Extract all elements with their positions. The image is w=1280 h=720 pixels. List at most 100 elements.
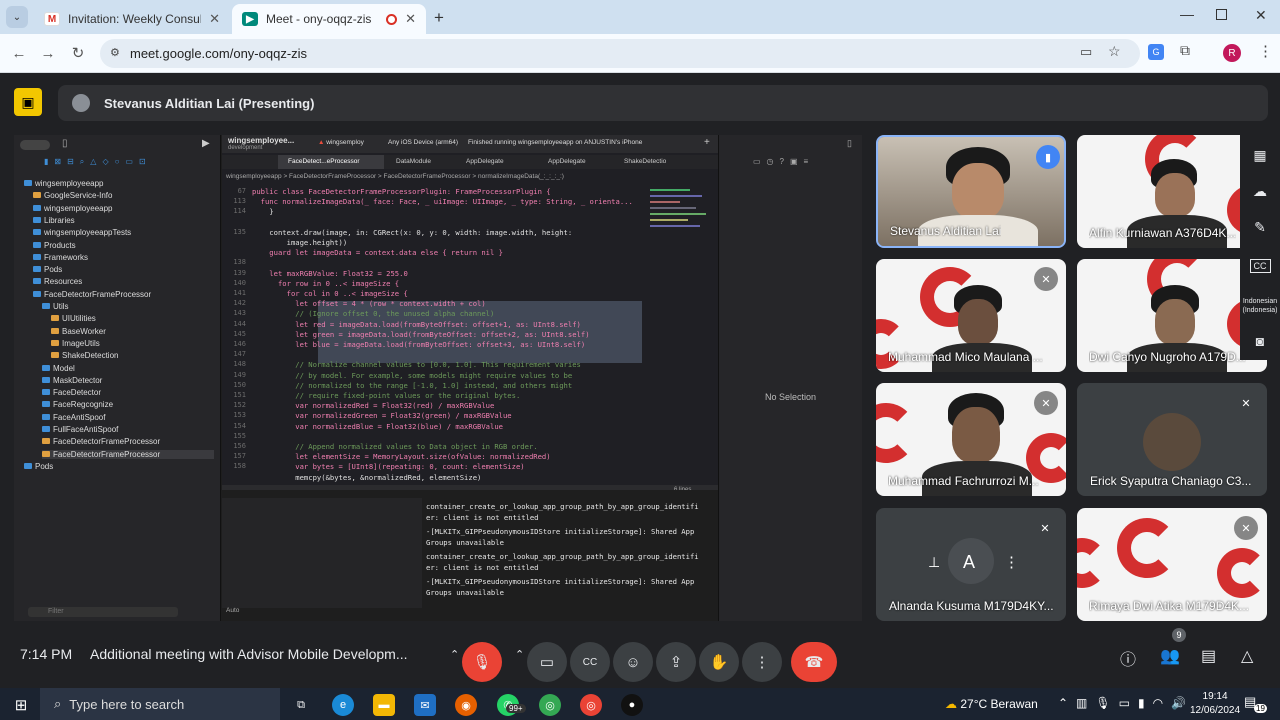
list-item[interactable]: Utils bbox=[42, 302, 69, 311]
firefox-icon[interactable]: ◉ bbox=[455, 694, 477, 716]
list-item[interactable]: Model bbox=[42, 364, 75, 373]
inspector-tool-icons[interactable]: ▭◷?▣≡ bbox=[753, 157, 814, 166]
debug-console[interactable]: container_create_or_lookup_app_group_pat… bbox=[222, 490, 718, 621]
camera-button[interactable]: ▭ bbox=[527, 642, 567, 682]
activities-icon[interactable]: △ bbox=[1241, 646, 1253, 666]
list-item[interactable]: FullFaceAntiSpoof bbox=[42, 425, 118, 434]
task-view-icon[interactable]: ⧉ bbox=[290, 694, 312, 716]
device-selector[interactable]: Any iOS Device (arm64) bbox=[388, 139, 458, 146]
list-item[interactable]: FaceAntiSpoof bbox=[42, 413, 105, 422]
participant-tile[interactable]: Alfin Kurniawan A376D4K... bbox=[1077, 135, 1267, 248]
list-item[interactable]: FaceDetectorFrameProcessor bbox=[42, 437, 160, 446]
list-item[interactable]: MaskDetector bbox=[42, 376, 102, 385]
tab-shakedetection[interactable]: ShakeDetectio bbox=[624, 158, 666, 165]
list-item[interactable]: Resources bbox=[33, 277, 82, 286]
file-explorer-icon[interactable]: ▬ bbox=[373, 694, 395, 716]
close-icon[interactable]: ✕ bbox=[209, 11, 220, 27]
back-icon[interactable]: ← bbox=[8, 42, 30, 64]
captions-icon[interactable]: CC bbox=[1240, 259, 1280, 273]
minimize-icon[interactable]: — bbox=[1180, 6, 1194, 22]
mic-off-button[interactable]: 🎙 bbox=[462, 642, 502, 682]
translate-icon[interactable]: G bbox=[1148, 44, 1164, 60]
video-options-icon[interactable]: ⌃ bbox=[515, 648, 524, 661]
list-item[interactable]: ImageUtils bbox=[51, 339, 100, 348]
mail-icon[interactable]: ✉ bbox=[414, 694, 436, 716]
site-info-icon[interactable]: ⚙ bbox=[110, 46, 120, 59]
code-editor[interactable]: wingsemployee... development ▲ wingsempl… bbox=[222, 135, 718, 485]
camera-icon[interactable]: ▭ bbox=[1080, 44, 1092, 60]
list-item[interactable]: GoogleService-Info bbox=[33, 191, 112, 200]
list-item[interactable]: FaceDetector bbox=[42, 388, 101, 397]
taskbar-clock[interactable]: 19:14 12/06/2024 bbox=[1190, 690, 1240, 718]
participant-tile[interactable]: ✕ Muhammad Fachrurrozi M... bbox=[876, 383, 1066, 496]
run-icon[interactable]: ▶ bbox=[202, 138, 210, 149]
screenshot-icon[interactable]: ◙ bbox=[1240, 333, 1280, 349]
effects-icon[interactable]: ☁ bbox=[1240, 183, 1280, 200]
participant-tile[interactable]: ✕ Muhammad Mico Maulana ... bbox=[876, 259, 1066, 372]
tab-search-button[interactable]: ⌄ bbox=[6, 6, 28, 28]
navigator-tool-icons[interactable]: ▮⊠⊟⌕△◇○▭⊡ bbox=[44, 157, 152, 167]
browser-tab-gmail[interactable]: M Invitation: Weekly Consultation ✕ bbox=[34, 4, 230, 34]
participant-tile[interactable]: ▮ Stevanus Alditian Lai bbox=[876, 135, 1066, 248]
list-item[interactable]: FaceDetectorFrameProcessor bbox=[42, 449, 214, 459]
edge-icon[interactable]: e bbox=[332, 694, 354, 716]
filter-field[interactable]: Filter bbox=[28, 607, 178, 617]
participant-tile[interactable]: Dwi Cahyo Nugroho A179D... bbox=[1077, 259, 1267, 372]
maximize-icon[interactable] bbox=[1216, 9, 1227, 20]
chrome-icon[interactable]: ◎ bbox=[539, 694, 561, 716]
chrome-profile-icon[interactable]: ◎ bbox=[580, 694, 602, 716]
grid-icon[interactable]: ▦ bbox=[1240, 147, 1280, 164]
participant-tile[interactable]: ✕ Erick Syaputra Chaniago C3... bbox=[1077, 383, 1267, 496]
tab-appdelegate[interactable]: AppDelegate bbox=[466, 158, 504, 165]
extensions-icon[interactable]: ⧉ bbox=[1180, 42, 1190, 59]
profile-avatar[interactable]: R bbox=[1223, 44, 1241, 62]
sidebar-toggle-icon[interactable]: ▯ bbox=[62, 138, 68, 149]
pen-icon[interactable]: ✎ bbox=[1240, 219, 1280, 236]
scheme-selector[interactable]: ▲ wingsemploy bbox=[318, 139, 364, 146]
reload-icon[interactable]: ↻ bbox=[67, 42, 89, 64]
windows-start-icon[interactable]: ⊞ bbox=[10, 694, 32, 716]
stop-presenting-icon[interactable]: ▣ bbox=[14, 88, 42, 116]
bookmark-star-icon[interactable]: ☆ bbox=[1108, 43, 1121, 60]
browser-tab-meet[interactable]: ▶ Meet - ony-oqqz-zis ✕ bbox=[232, 4, 426, 34]
audio-options-icon[interactable]: ⌃ bbox=[450, 648, 459, 661]
weather-widget[interactable]: ☁ 27°C Berawan bbox=[945, 697, 1038, 711]
captions-button[interactable]: CC bbox=[570, 642, 610, 682]
list-item[interactable]: wingsemployeeapp bbox=[24, 179, 104, 188]
list-item[interactable]: FaceRegcognize bbox=[42, 400, 113, 409]
list-item[interactable]: BaseWorker bbox=[51, 327, 106, 336]
window-close-icon[interactable]: ✕ bbox=[1255, 7, 1267, 24]
address-bar[interactable]: ⚙ meet.google.com/ony-oqqz-zis ▭ ☆ bbox=[100, 39, 1140, 68]
breadcrumb[interactable]: wingsemployeeapp > FaceDetectorFrameProc… bbox=[226, 173, 564, 180]
menu-icon[interactable]: ⋮ bbox=[1258, 42, 1273, 60]
more-options-button[interactable]: ⋮ bbox=[742, 642, 782, 682]
pin-icon[interactable]: ⊥ bbox=[928, 554, 940, 571]
raise-hand-button[interactable]: ✋ bbox=[699, 642, 739, 682]
app-icon[interactable]: ● bbox=[621, 694, 643, 716]
system-tray-icons[interactable]: ⌃▥🎙▭▮◠🔊 bbox=[1058, 696, 1194, 710]
more-options-icon[interactable]: ⋮ bbox=[1004, 553, 1019, 571]
present-button[interactable]: ⇪ bbox=[656, 642, 696, 682]
emoji-button[interactable]: ☺ bbox=[613, 642, 653, 682]
list-item[interactable]: Pods bbox=[33, 265, 62, 274]
forward-icon[interactable]: → bbox=[37, 42, 59, 64]
people-icon[interactable]: 👥 bbox=[1160, 646, 1180, 666]
close-icon[interactable]: ✕ bbox=[405, 11, 416, 27]
participant-tile[interactable]: ✕ Rimaya Dwi Atika M179D4K... bbox=[1077, 508, 1267, 621]
inspector-toggle-icon[interactable]: ▯ bbox=[847, 138, 852, 149]
participant-tile[interactable]: ⊥ A ⋮ ✕ Alnanda Kusuma M179D4KY... bbox=[876, 508, 1066, 621]
list-item[interactable]: UIUtilities bbox=[51, 314, 96, 323]
add-icon[interactable]: + bbox=[704, 137, 710, 148]
end-call-button[interactable]: ☎ bbox=[791, 642, 837, 682]
list-item[interactable]: ShakeDetection bbox=[51, 351, 118, 360]
list-item[interactable]: wingsemployeeapp bbox=[33, 204, 113, 213]
list-item[interactable]: Frameworks bbox=[33, 253, 88, 262]
tab-facedetect[interactable]: FaceDetect...eProcessor bbox=[278, 155, 384, 169]
list-item[interactable]: Pods bbox=[24, 462, 53, 471]
new-tab-button[interactable]: + bbox=[434, 8, 444, 28]
list-item[interactable]: FaceDetectorFrameProcessor bbox=[33, 290, 151, 299]
list-item[interactable]: wingsemployeeappTests bbox=[33, 228, 131, 237]
info-icon[interactable]: ⓘ bbox=[1120, 646, 1136, 670]
chat-icon[interactable]: ▤ bbox=[1201, 646, 1216, 666]
minimap[interactable] bbox=[650, 185, 710, 481]
